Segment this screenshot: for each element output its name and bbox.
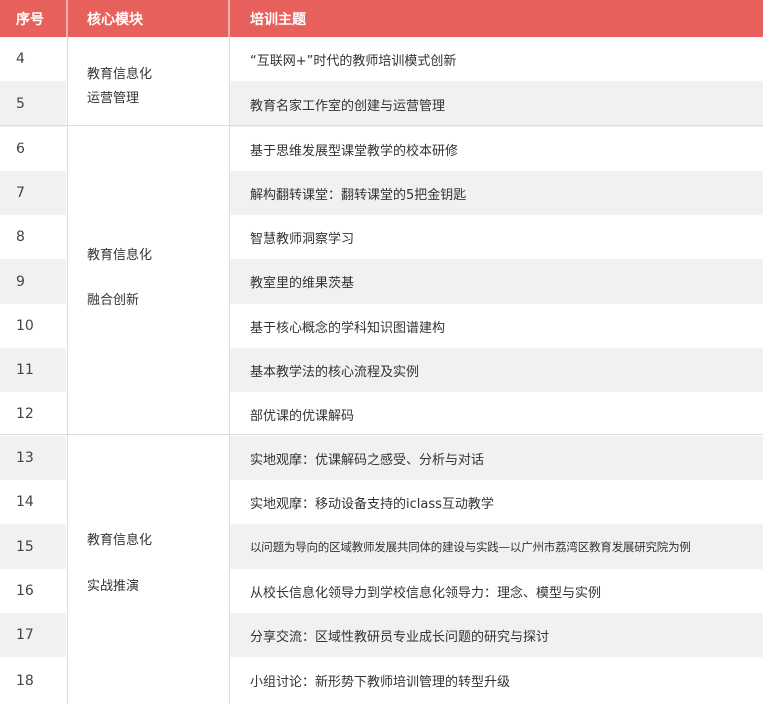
header-seq: 序号 [0, 0, 66, 37]
row-topic: 基于思维发展型课堂教学的校本研修 [250, 143, 459, 159]
column-divider [229, 37, 230, 704]
training-table: 序号 核心模块 培训主题 4 “互联网+”时代的教师培训模式创新 5 教育名家工作室的… [0, 0, 763, 704]
header-module: 核心模块 [68, 0, 228, 37]
row-topic: 教室里的维果茨基 [230, 259, 763, 304]
row-number: 7 [0, 171, 66, 215]
row-number: 14 [16, 494, 34, 510]
row-topic: 实地观摩：优课解码之感受、分析与对话 [230, 436, 763, 480]
row-topic: 教育名家工作室的创建与运营管理 [230, 81, 763, 127]
row-topic: 分享交流：区域性教研员专业成长问题的研究与探讨 [230, 613, 763, 657]
module-line: 融合创新 [87, 293, 140, 308]
row-topic: 以问题为导向的区域教师发展共同体的建设与实践—以广州市荔湾区教育发展研究院为例 [230, 524, 763, 569]
module-cell-practice: 教育信息化 实战推演 [68, 436, 228, 704]
row-topic: “互联网+”时代的教师培训模式创新 [250, 53, 457, 69]
row-number: 12 [16, 406, 34, 422]
row-number: 10 [16, 318, 34, 334]
module-cell-operations: 教育信息化 运营管理 [68, 37, 228, 125]
row-number: 18 [16, 672, 34, 689]
row-topic: 智慧教师洞察学习 [250, 231, 355, 247]
row-number: 11 [0, 348, 66, 392]
module-line: 教育信息化 [87, 533, 153, 548]
group-divider [0, 434, 763, 435]
row-topic: 从校长信息化领导力到学校信息化领导力：理念、模型与实例 [250, 585, 602, 601]
row-number: 5 [0, 81, 66, 127]
row-topic: 部优课的优课解码 [250, 408, 355, 424]
row-number: 13 [0, 436, 66, 480]
row-number: 6 [16, 141, 25, 157]
row-topic: 基本教学法的核心流程及实例 [230, 348, 763, 392]
row-number: 16 [16, 583, 34, 599]
row-topic: 实地观摩：移动设备支持的iclass互动教学 [250, 496, 494, 512]
column-divider [67, 37, 68, 704]
row-number: 15 [0, 524, 66, 569]
row-number: 4 [16, 51, 25, 67]
row-number: 8 [16, 229, 25, 245]
row-topic: 基于核心概念的学科知识图谱建构 [250, 320, 446, 336]
row-number: 17 [0, 613, 66, 657]
module-line: 教育信息化 [87, 67, 153, 82]
module-line: 运营管理 [87, 91, 140, 106]
module-cell-integration: 教育信息化 融合创新 [68, 127, 228, 434]
row-number: 9 [0, 259, 66, 304]
row-topic: 解构翻转课堂：翻转课堂的5把金钥匙 [230, 171, 763, 215]
row-topic: 小组讨论：新形势下教师培训管理的转型升级 [250, 675, 511, 690]
module-line: 实战推演 [87, 579, 140, 594]
group-divider [0, 125, 763, 126]
module-line: 教育信息化 [87, 248, 153, 263]
header-topic: 培训主题 [230, 0, 763, 37]
